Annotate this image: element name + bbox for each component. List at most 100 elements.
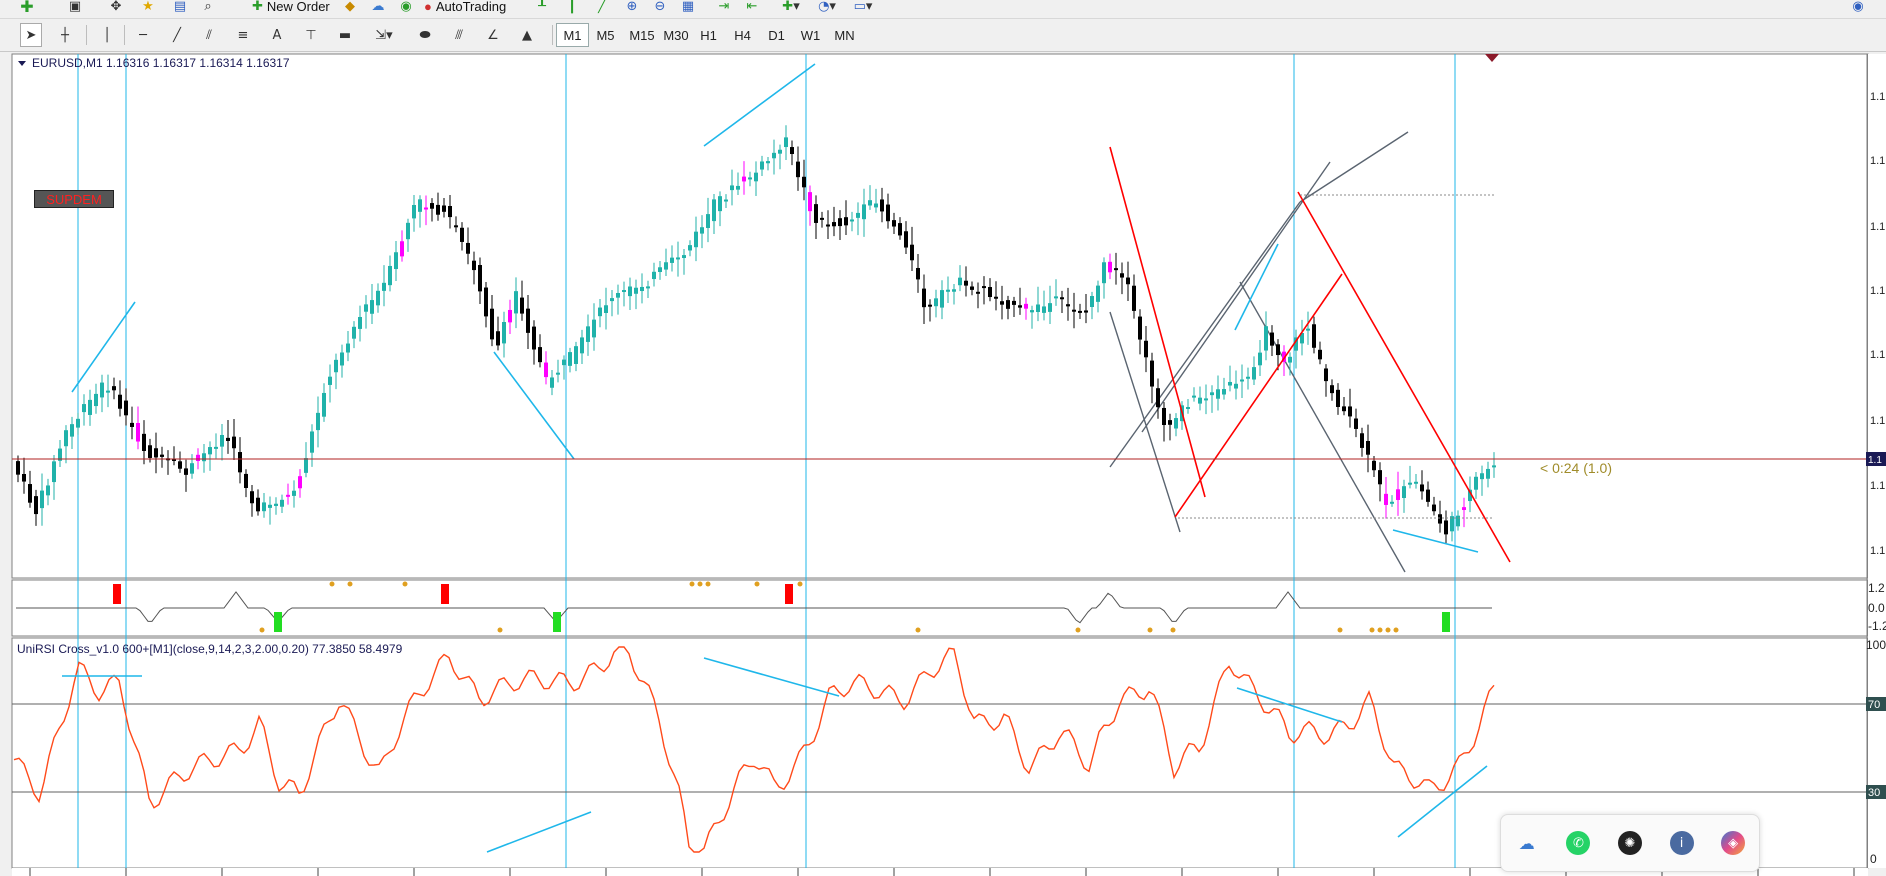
price-axis-tick: 1.1 [1870, 415, 1885, 427]
candle-body [214, 446, 218, 449]
candle-body [550, 377, 554, 388]
text-icon[interactable]: A [266, 23, 288, 47]
candle-body [1096, 285, 1100, 302]
candle-body [1414, 481, 1418, 484]
whatsapp-icon[interactable]: ✆ [1566, 831, 1591, 855]
candle-body [1264, 326, 1268, 351]
candle-body [1240, 379, 1244, 382]
cursor-icon[interactable]: ➤ [20, 23, 42, 47]
candle-body [676, 257, 680, 260]
cloud-icon[interactable]: ☁ [366, 0, 390, 18]
candle-body [862, 204, 866, 220]
signal-dot [259, 627, 265, 633]
candle-body [886, 204, 890, 222]
candle-body [430, 203, 434, 209]
terminal-icon[interactable]: ⌕ [196, 0, 220, 18]
candle-body [1360, 433, 1364, 448]
candle-body [22, 473, 26, 482]
new-chart-icon[interactable]: ✚ [12, 0, 42, 18]
new-order-button[interactable]: ✚ New Order [252, 0, 330, 14]
supdem-badge[interactable]: SUPDEM [34, 190, 114, 208]
chart-shift-icon[interactable]: ⇥ [712, 0, 736, 18]
tile-windows-icon[interactable]: ▦ [676, 0, 700, 18]
candle-body [778, 149, 782, 154]
timeframe-m30[interactable]: M30 [658, 23, 694, 47]
timeframe-mn[interactable]: MN [828, 23, 861, 47]
rsi-header: UniRSI Cross_v1.0 600+[M1](close,9,14,2,… [17, 642, 403, 656]
profiles-icon[interactable]: ▣ [60, 0, 90, 18]
chart-window[interactable]: 1.1 1.1 1.1 1.1 1.1 1.1 1.1 1.1 1.1 EURUSD,M1 1… [0, 52, 1886, 876]
zoom-in-icon[interactable]: ⊕ [620, 0, 644, 18]
timeframe-m15[interactable]: M15 [624, 23, 660, 47]
channel-icon[interactable]: ⫻ [448, 23, 470, 47]
candle-body [1438, 514, 1442, 524]
candle-body [976, 291, 980, 294]
templates-icon[interactable]: ▭ ▾ [848, 0, 878, 18]
user-icon[interactable]: ◉ [1846, 0, 1870, 18]
candle-body [856, 212, 860, 218]
timeframe-m5[interactable]: M5 [589, 23, 622, 47]
signal-dot [497, 627, 503, 633]
horizontal-line-icon[interactable]: ─ [132, 23, 154, 47]
data-window-icon[interactable]: ▤ [168, 0, 192, 18]
candle-body [274, 503, 278, 506]
candle-body [700, 227, 704, 234]
autotrading-button[interactable]: ● AutoTrading [424, 0, 506, 14]
text-label-icon[interactable]: ⊤ [300, 23, 322, 47]
candle-body [1084, 310, 1088, 313]
fibonacci-icon[interactable]: ≡ [232, 23, 254, 47]
signal-dot [1337, 627, 1343, 633]
candle-body [904, 231, 908, 248]
candle-body [760, 161, 764, 170]
timeframe-m1[interactable]: M1 [556, 23, 589, 47]
signal-axis-label-bottom: -1.2 [1868, 619, 1886, 633]
cloud-info-icon[interactable]: i [1669, 831, 1694, 855]
arrows-icon[interactable]: ⇲▾ [368, 23, 400, 47]
candle-body [70, 424, 74, 437]
candle-body [1246, 376, 1250, 379]
candle-body [1384, 493, 1388, 505]
timeframe-w1[interactable]: W1 [794, 23, 827, 47]
price-pane[interactable] [11, 53, 1869, 579]
rsi-axis-label-0: 0 [1870, 852, 1877, 866]
angle-icon[interactable]: ∠ [482, 23, 504, 47]
copilot-icon[interactable]: ◈ [1721, 831, 1746, 855]
candle-body [748, 177, 752, 180]
candle-body [208, 447, 212, 455]
candle-body [1348, 406, 1352, 417]
vertical-line-icon[interactable]: │ [96, 23, 118, 47]
signals-icon[interactable]: ◉ [394, 0, 418, 18]
candle-body [688, 245, 692, 251]
indicators-icon[interactable]: ✚ ▾ [776, 0, 806, 18]
timeframe-d1[interactable]: D1 [760, 23, 793, 47]
trendline-icon[interactable]: ╱ [166, 23, 188, 47]
candle-body [286, 494, 290, 497]
candle-body [1432, 504, 1436, 512]
candlestick-icon[interactable]: ┃ [560, 0, 584, 18]
cloud-icon[interactable]: ☁ [1515, 831, 1539, 855]
crosshair-icon[interactable]: ┼ [54, 23, 76, 47]
timeframe-h4[interactable]: H4 [726, 23, 759, 47]
candle-body [232, 436, 236, 449]
bar-chart-icon[interactable]: ┸ [530, 0, 554, 18]
navigator-icon[interactable]: ✥ [104, 0, 128, 18]
periods-icon[interactable]: ◔ ▾ [812, 0, 842, 18]
candle-body [40, 490, 44, 509]
signal-dot [1147, 627, 1153, 633]
auto-scroll-icon[interactable]: ⇤ [740, 0, 764, 18]
chatgpt-icon[interactable]: ✺ [1617, 831, 1642, 855]
equidistant-channel-icon[interactable]: ⫽ [198, 23, 220, 47]
line-chart-icon[interactable]: ╱ [590, 0, 614, 18]
zoom-out-icon[interactable]: ⊖ [648, 0, 672, 18]
metaeditor-icon[interactable]: ◆ [338, 0, 362, 18]
triangle-icon[interactable]: ▲ [516, 23, 538, 47]
market-watch-icon[interactable]: ★ [136, 0, 160, 18]
candle-body [1234, 383, 1238, 389]
candle-body [1138, 316, 1142, 340]
signal-dot [329, 581, 335, 587]
candle-body [352, 326, 356, 339]
candle-body [1366, 440, 1370, 455]
rectangle-icon[interactable]: ▬ [334, 23, 356, 47]
timeframe-h1[interactable]: H1 [692, 23, 725, 47]
ellipse-icon[interactable]: ⬬ [414, 23, 436, 47]
